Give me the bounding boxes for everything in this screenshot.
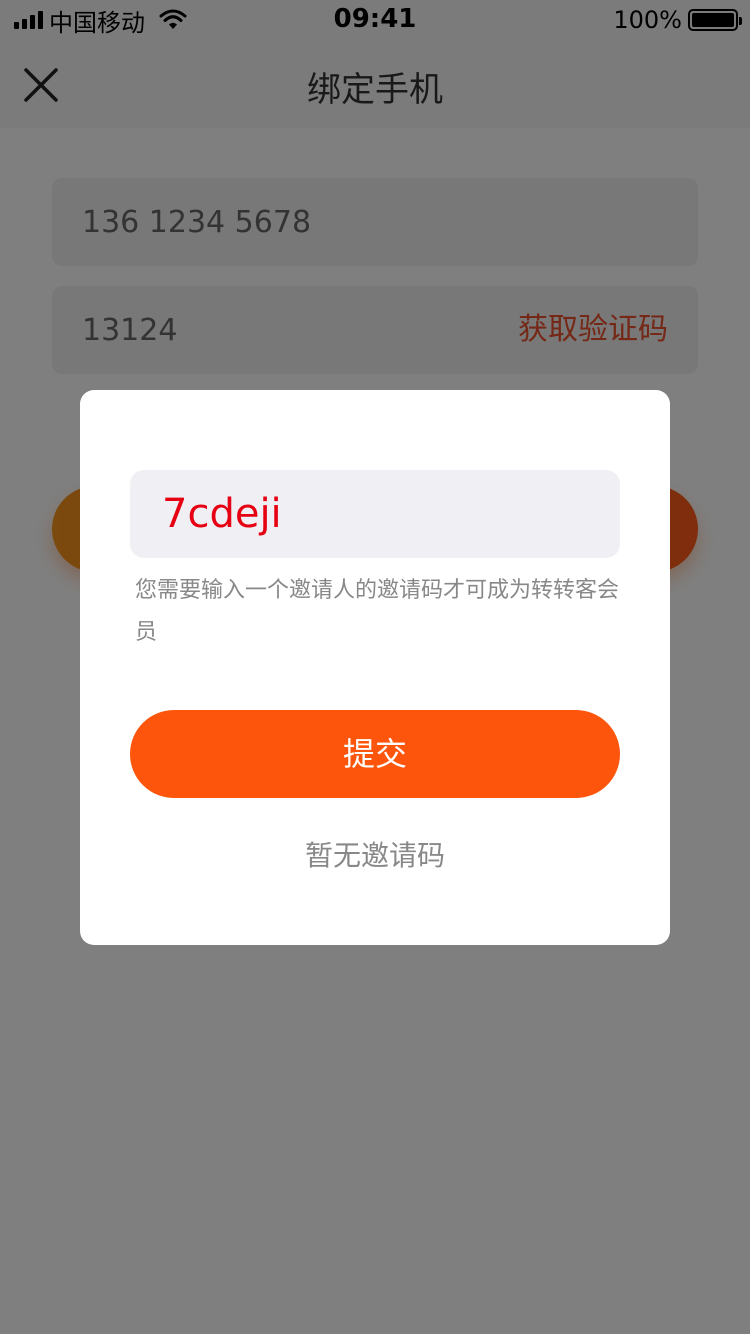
invite-hint: 您需要输入一个邀请人的邀请码才可成为转转客会员 <box>135 578 620 645</box>
invite-code-input[interactable]: 7cdeji <box>130 470 620 558</box>
submit-button[interactable]: 提交 <box>130 710 620 798</box>
invite-code-value: 7cdeji <box>162 491 282 537</box>
invite-code-modal: 7cdeji 您需要输入一个邀请人的邀请码才可成为转转客会员 提交 暂无邀请码 <box>80 390 670 945</box>
no-invite-code-link[interactable]: 暂无邀请码 <box>80 834 670 874</box>
